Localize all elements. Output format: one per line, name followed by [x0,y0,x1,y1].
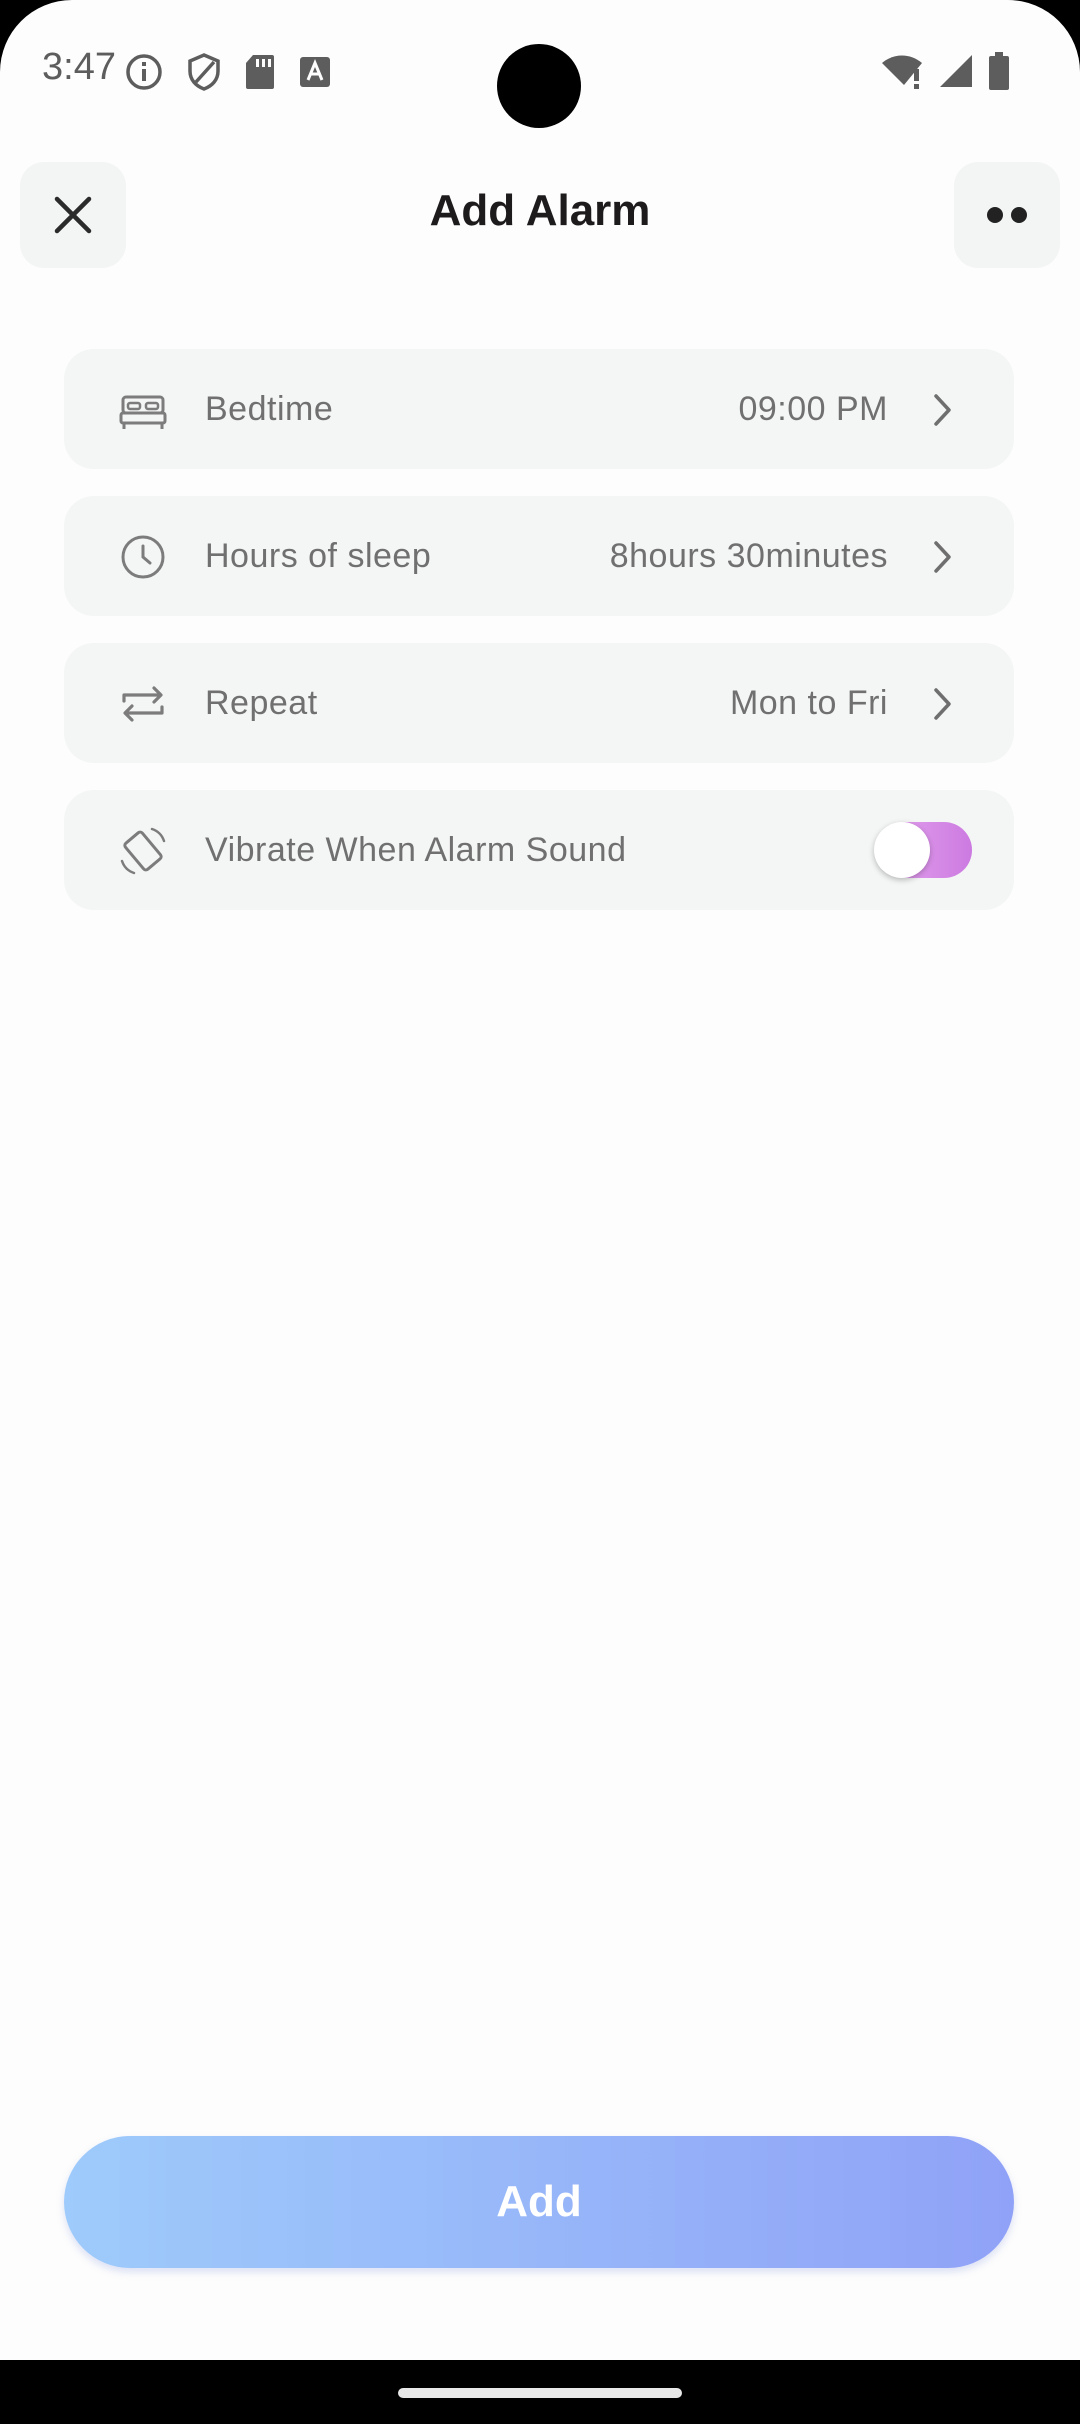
app-screen: 3:47 Add Alarm Bedtime 09:00 PM Hours of… [0,0,1080,2360]
more-icon [987,207,1027,223]
bedtime-row[interactable]: Bedtime 09:00 PM [64,349,1014,469]
chevron-right-icon [934,541,951,573]
more-button[interactable] [954,162,1060,268]
chevron-right-icon [934,688,951,720]
vibrate-row: Vibrate When Alarm Sound [64,790,1014,910]
text-a-icon [300,57,330,87]
toggle-knob [874,822,930,878]
chevron-right-icon [934,394,951,426]
page-title: Add Alarm [429,186,651,235]
battery-icon [989,52,1009,90]
signal-icon [940,55,972,87]
vibrate-toggle[interactable] [874,822,972,878]
wifi-alert-icon [882,55,922,89]
add-button[interactable]: Add [64,2136,1014,2268]
hours-of-sleep-label: Hours of sleep [205,536,432,575]
repeat-label: Repeat [205,683,318,722]
repeat-row[interactable]: Repeat Mon to Fri [64,643,1014,763]
bed-icon [119,395,167,429]
bedtime-value: 09:00 PM [738,389,888,428]
home-indicator[interactable] [398,2388,682,2398]
sd-card-icon [246,55,274,89]
bedtime-label: Bedtime [205,389,334,428]
vibrate-icon [120,827,166,875]
status-icons-left [124,52,332,92]
info-icon [126,54,162,90]
status-icons-right [880,52,1010,90]
hours-of-sleep-value: 8hours 30minutes [609,536,888,575]
vibrate-label: Vibrate When Alarm Sound [205,830,627,869]
repeat-value: Mon to Fri [729,683,888,722]
repeat-icon [122,686,164,722]
clock-icon [121,535,165,579]
hours-of-sleep-row[interactable]: Hours of sleep 8hours 30minutes [64,496,1014,616]
status-time: 3:47 [42,46,116,88]
front-camera [497,44,581,128]
shield-icon [188,53,220,91]
